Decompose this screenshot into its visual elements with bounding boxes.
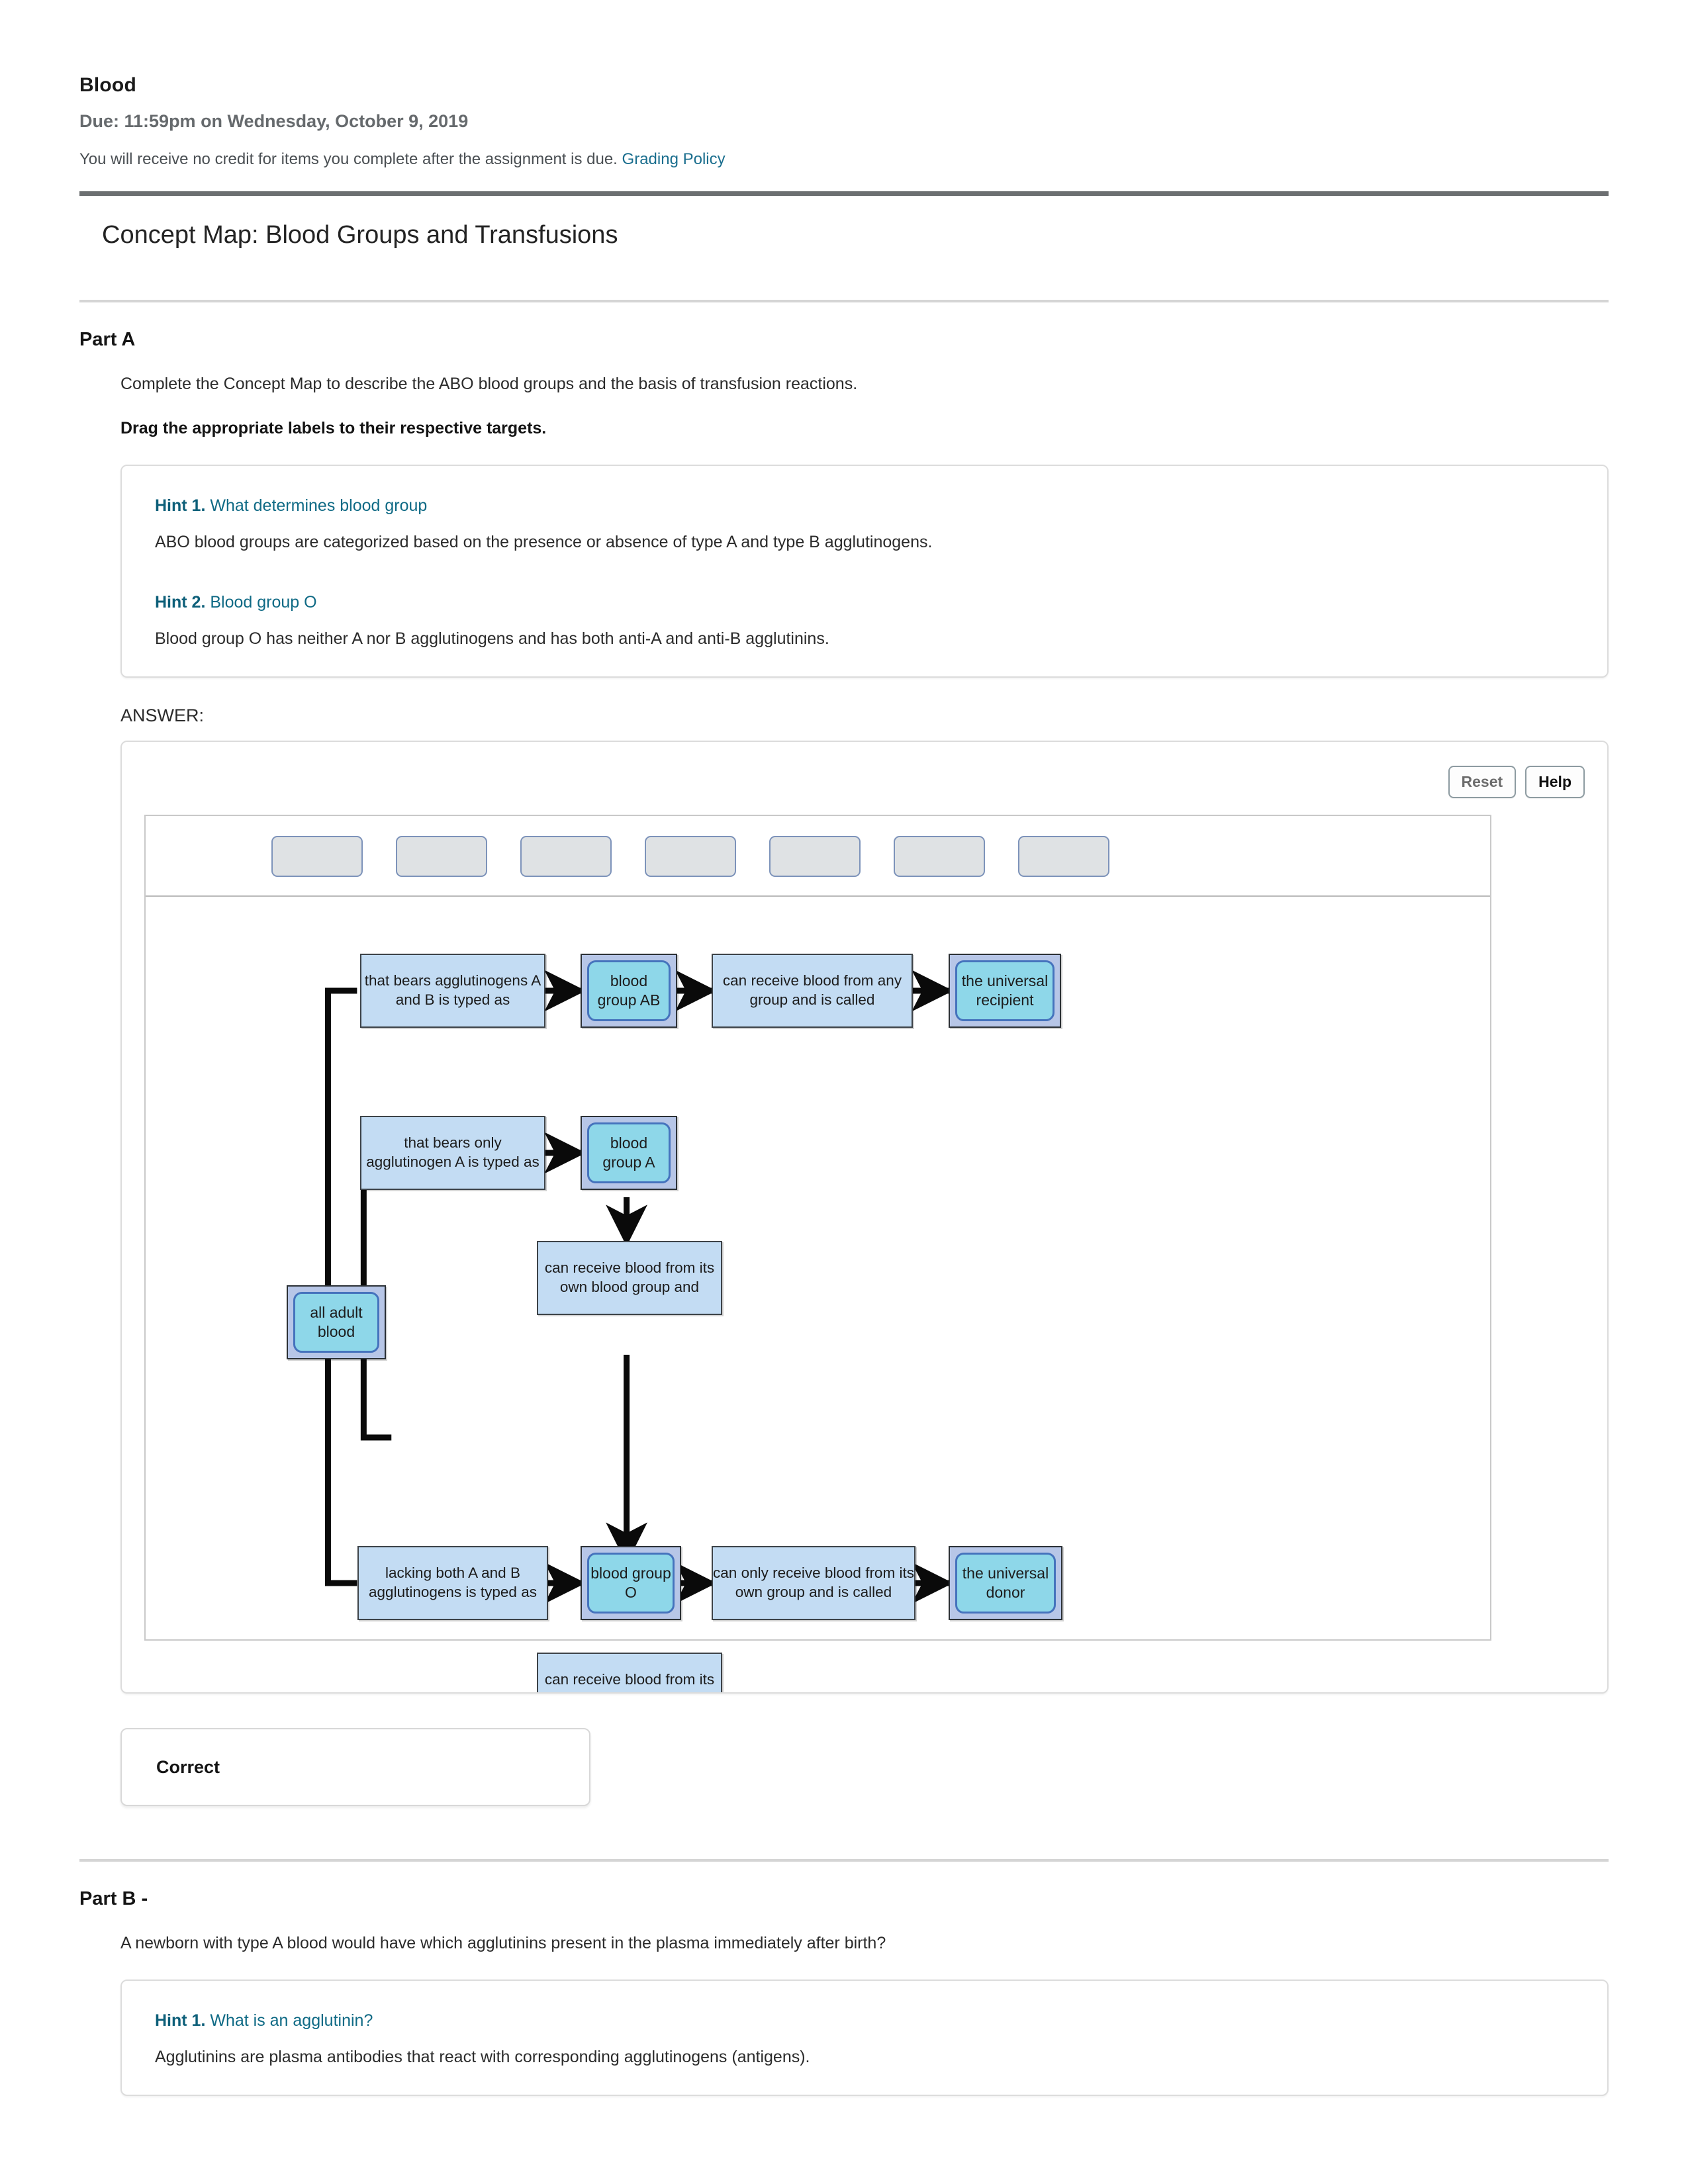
node-all-adult-blood-label: all adult blood [293,1292,379,1353]
label-tray [146,816,1490,897]
concept-map-canvas: that bears agglutinogens A and B is type… [144,815,1491,1692]
part-b-hint-1-body: Agglutinins are plasma antibodies that r… [155,2048,810,2066]
hint-1-title: What determines blood group [210,496,428,515]
part-b-label: Part B - [79,1888,148,1909]
label-slot-5[interactable] [769,836,861,877]
hint-1-body: ABO blood groups are categorized based o… [155,533,933,551]
node-blood-group-ab-label: blood group AB [587,960,671,1021]
node-blood-group-o[interactable]: blood group O [581,1546,681,1620]
hint-2-heading[interactable]: Hint 2. Blood group O [155,593,1574,612]
assignment-page: Blood Due: 11:59pm on Wednesday, October… [0,0,1688,2096]
node-bears-a: that bears only agglutinogen A is typed … [360,1116,545,1190]
node-universal-donor[interactable]: the universal donor [949,1546,1062,1620]
hint-2-body: Blood group O has neither A nor B agglut… [155,629,829,648]
node-universal-recipient-label: the universal recipient [955,960,1055,1021]
node-all-adult-blood[interactable]: all adult blood [287,1285,386,1359]
part-b-hint-1-title: What is an agglutinin? [210,2011,373,2030]
section-divider-a [79,300,1609,302]
part-b-hint-1-number: Hint 1. [155,2011,206,2030]
node-universal-donor-label: the universal donor [955,1553,1056,1614]
part-a-hints-card: Hint 1. What determines blood group ABO … [120,465,1609,678]
node-blood-group-a-label: blood group A [587,1122,671,1183]
part-b-prompt: A newborn with type A blood would have w… [120,1934,886,1952]
node-blood-group-a[interactable]: blood group A [581,1116,677,1190]
header-divider [79,191,1609,196]
node-receive-own-group-upper: can receive blood from its own blood gro… [537,1241,722,1315]
page-title: Blood [79,74,136,96]
part-a-instruction: Drag the appropriate labels to their res… [120,419,547,437]
node-blood-group-o-label: blood group O [587,1553,675,1614]
hint-spacer [155,552,1574,588]
label-slot-4[interactable] [645,836,736,877]
correct-status-box: Correct [120,1728,590,1806]
node-lacking-a-b: lacking both A and B agglutinogens is ty… [357,1546,548,1620]
concept-map-diagram: that bears agglutinogens A and B is type… [146,898,1490,1692]
label-slot-6[interactable] [894,836,985,877]
credit-note: You will receive no credit for items you… [79,150,1609,169]
part-a-prompt: Complete the Concept Map to describe the… [120,375,858,393]
node-universal-recipient[interactable]: the universal recipient [949,954,1061,1028]
hint-2-number: Hint 2. [155,593,206,612]
label-slot-7[interactable] [1018,836,1109,877]
grading-policy-link[interactable]: Grading Policy [622,150,726,168]
part-b-hints-card: Hint 1. What is an agglutinin? Agglutini… [120,1979,1609,2096]
help-button[interactable]: Help [1525,766,1585,798]
part-a-label: Part A [79,329,136,350]
node-only-receive-own-group: can only receive blood from its own grou… [712,1546,915,1620]
credit-note-text: You will receive no credit for items you… [79,150,618,168]
activity-toolbar: Reset Help [1448,766,1585,798]
due-date: Due: 11:59pm on Wednesday, October 9, 20… [79,111,469,131]
label-slot-2[interactable] [396,836,487,877]
concept-map-activity: Reset Help that bears agglutinogens A an… [120,741,1609,1694]
label-slot-1[interactable] [271,836,363,877]
node-receive-own-group-lower: can receive blood from its own blood gro… [537,1653,722,1692]
part-b-hint-1-heading[interactable]: Hint 1. What is an agglutinin? [155,2011,1574,2030]
hint-1-number: Hint 1. [155,496,206,515]
node-bears-ab: that bears agglutinogens A and B is type… [360,954,545,1028]
hint-1-heading[interactable]: Hint 1. What determines blood group [155,496,1574,516]
section-divider-b [79,1859,1609,1862]
hint-2-title: Blood group O [210,593,317,612]
answer-label: ANSWER: [120,705,205,725]
reset-button[interactable]: Reset [1448,766,1517,798]
label-slot-3[interactable] [520,836,612,877]
node-blood-group-ab[interactable]: blood group AB [581,954,677,1028]
concept-map-title: Concept Map: Blood Groups and Transfusio… [102,221,618,249]
node-receive-any-group: can receive blood from any group and is … [712,954,913,1028]
